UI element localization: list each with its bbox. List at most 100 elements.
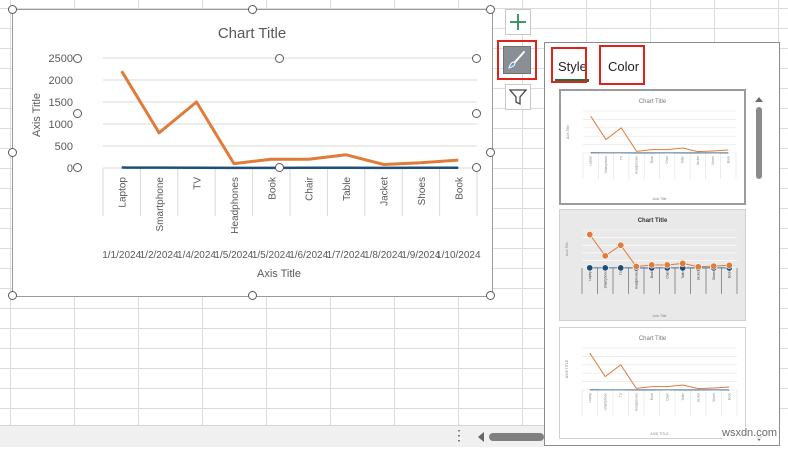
x-date-label: 1/2/2024 [140,250,179,261]
y-tick-label: 2500 [49,53,73,65]
thumb-category-label: Jacket [696,393,700,402]
thumb-category-label: Book [650,393,654,401]
thumb-title: Chart Title [639,99,667,105]
thumb-category-label: Laptop [589,156,593,166]
thumb-category-label: Laptop [588,393,592,403]
x-date-label: 1/9/2024 [401,250,440,261]
y-tick-label: 500 [55,141,73,153]
thumb-category-label: Laptop [588,271,592,281]
resize-handle[interactable] [8,5,17,14]
plot-resize-handle[interactable] [73,109,82,118]
style-thumbnail-2[interactable]: Chart TitleLaptopSmartphoneTVHeadphonesB… [559,209,746,321]
x-date-label: 1/6/2024 [289,250,328,261]
funnel-icon [509,88,527,106]
horizontal-scrollbar[interactable] [476,431,544,443]
scrollbar-thumb[interactable] [756,107,762,179]
x-date-label: 1/5/2024 [214,250,253,261]
resize-handle[interactable] [486,148,495,157]
color-tab-highlight [599,45,645,85]
thumb-category-label: Table [681,393,685,401]
scroll-left-arrow-icon[interactable] [478,432,484,442]
x-date-label: 1/10/2024 [436,250,481,261]
x-category-label: Book [454,176,465,200]
y-axis-title[interactable]: Axis Title [31,93,43,137]
y-tick-label: 1500 [49,97,73,109]
x-category-label: Headphones [230,177,241,234]
thumb-category-label: Book [727,393,731,401]
y-tick-label: 2000 [49,75,73,87]
thumb-y-axis-title: Axis Title [566,125,570,139]
plot-resize-handle[interactable] [73,163,82,172]
style-2-preview: Chart TitleLaptopSmartphoneTVHeadphonesB… [560,210,745,320]
thumb-category-label: Book [650,156,654,164]
resize-handle[interactable] [486,291,495,300]
thumb-category-label: Smartphone [604,156,608,174]
thumb-y-axis-title: AXIS TITLE [565,359,569,378]
resize-handle[interactable] [248,5,257,14]
resize-handle[interactable] [8,291,17,300]
chart-filters-button[interactable] [505,84,531,110]
plot-resize-handle[interactable] [472,163,481,172]
style-3-preview: Chart TitleLaptopSmartphoneTVHeadphonesB… [560,328,745,438]
chart-elements-button[interactable] [505,9,531,35]
plot-resize-handle[interactable] [275,163,284,172]
plus-icon [509,13,527,31]
thumb-marker [649,262,655,268]
resize-handle[interactable] [8,148,17,157]
vertical-scrollbar[interactable] [751,93,767,445]
x-date-label: 1/8/2024 [364,250,403,261]
x-date-label: 1/4/2024 [177,250,216,261]
thumb-category-label: Table [681,271,685,279]
style-tab-highlight [551,47,587,83]
thumb-series-line [591,116,729,152]
scroll-up-arrow-icon[interactable] [755,97,763,102]
style-button-highlight [497,40,537,80]
thumb-category-label: Smartphone [603,271,607,289]
thumb-x-axis-title: Axis Title [652,314,666,318]
thumb-marker [711,263,717,269]
horizontal-scroll-thumb[interactable] [489,433,544,441]
thumb-category-label: Book [650,271,654,279]
thumb-title: Chart Title [639,336,667,342]
resize-handle[interactable] [486,5,495,14]
thumb-category-label: Chair [665,392,669,401]
x-category-label: Chair [305,176,316,201]
resize-handle[interactable] [248,291,257,300]
thumb-category-label: Book [726,156,730,164]
x-axis-title[interactable]: Axis Title [257,268,301,280]
thumb-x-axis-title: Axis Title [652,197,666,201]
plot-resize-handle[interactable] [275,54,284,63]
more-options-icon[interactable]: ⋮ [452,427,466,444]
thumb-y-axis-title: Axis Title [565,242,569,256]
thumb-category-label: Headphones [634,393,638,411]
thumb-marker [664,262,670,268]
plot-resize-handle[interactable] [472,109,481,118]
plot-area[interactable]: 05001000150020002500Laptop1/1/2024Smartp… [49,53,481,261]
thumb-category-label: Book [727,271,731,279]
thumb-marker [602,253,608,259]
plot-resize-handle[interactable] [472,54,481,63]
series-line[interactable] [122,71,459,164]
thumb-category-label: Jacket [696,156,700,165]
thumb-marker [618,242,624,248]
thumb-category-label: Shoes [712,393,716,402]
thumb-series-line [590,353,730,389]
thumb-category-label: Headphones [635,156,639,174]
thumb-marker [633,263,639,269]
x-category-label: TV [193,177,204,190]
style-thumbnail-3[interactable]: Chart TitleLaptopSmartphoneTVHeadphonesB… [559,327,746,439]
plot-resize-handle[interactable] [73,54,82,63]
chart-area[interactable]: Chart Title 05001000150020002500Laptop1/… [12,9,493,297]
thumb-title: Chart Title [638,218,668,224]
x-date-label: 1/1/2024 [102,250,141,261]
thumb-marker [587,265,593,271]
style-thumbnail-1[interactable]: Chart TitleLaptopSmartphoneTVHeadphonesB… [559,89,746,205]
x-category-label: Smartphone [155,177,166,232]
chart-title[interactable]: Chart Title [218,25,286,42]
x-category-label: Book [267,176,278,200]
thumb-marker [587,231,593,237]
thumb-marker [695,264,701,270]
thumb-marker [726,262,732,268]
thumb-category-label: Table [680,156,684,164]
thumb-marker [680,260,686,266]
